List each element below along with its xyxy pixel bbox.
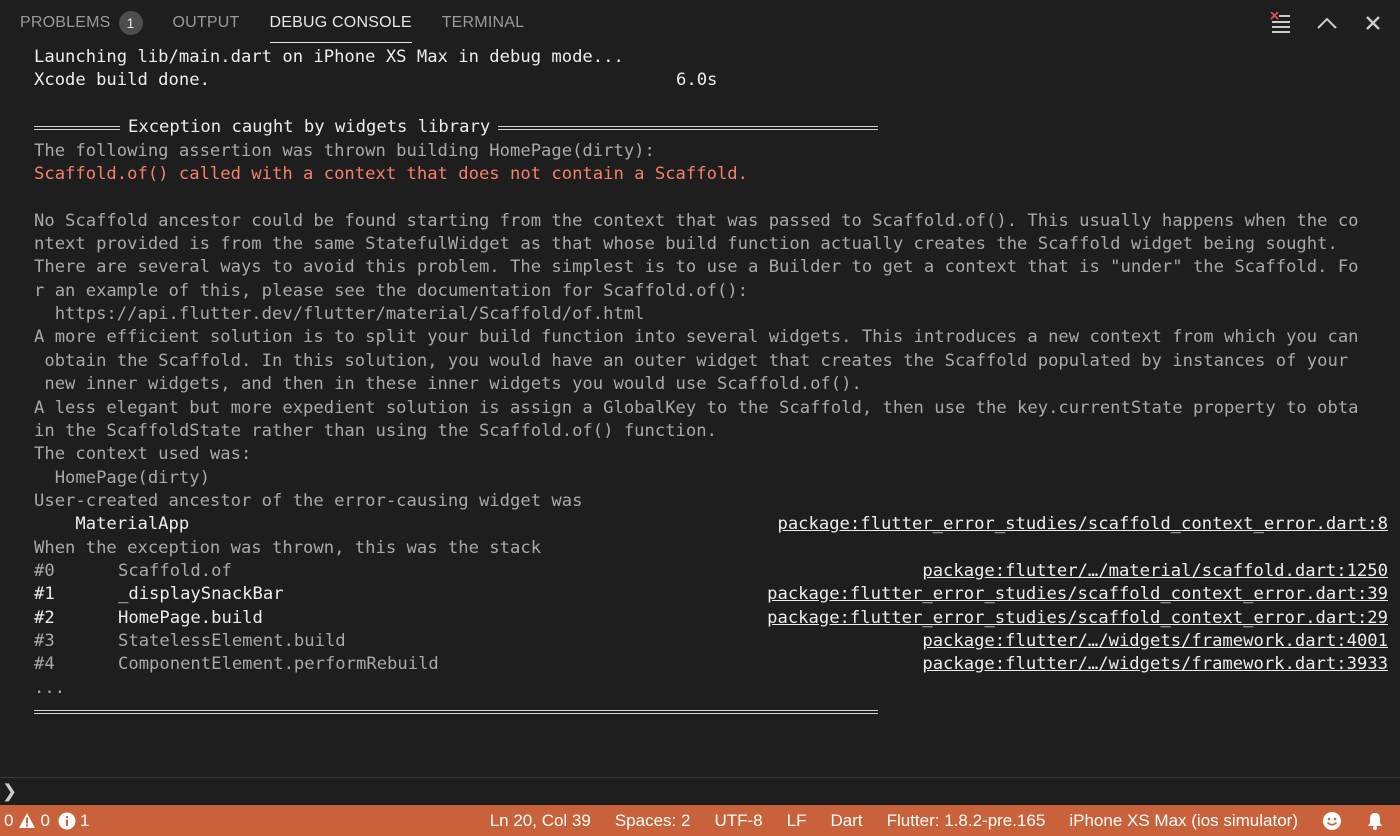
- problems-status[interactable]: 0 0 1: [4, 811, 89, 831]
- smiley-icon: [1323, 811, 1341, 830]
- stack-frame-number: #4: [34, 654, 55, 674]
- end-of-line[interactable]: LF: [787, 811, 807, 831]
- stack-frame-link[interactable]: package:flutter/…/widgets/framework.dart…: [922, 653, 1388, 676]
- prompt-chevron-icon: ❯: [2, 781, 18, 801]
- console-line-context-label: The context used was:: [34, 444, 252, 464]
- stack-frame-number: #3: [34, 631, 55, 651]
- console-line-assertion: The following assertion was thrown build…: [34, 141, 655, 161]
- panel-actions: [1250, 8, 1388, 38]
- stack-frame-function: ComponentElement.performRebuild: [118, 654, 439, 674]
- error-message: Scaffold.of() called with a context that…: [34, 164, 748, 184]
- stack-frame-number: #1: [34, 584, 55, 604]
- cursor-position[interactable]: Ln 20, Col 39: [490, 811, 591, 831]
- tab-output[interactable]: OUTPUT: [173, 0, 240, 46]
- info-count: 1: [79, 810, 90, 830]
- console-line-launch: Launching lib/main.dart on iPhone XS Max…: [34, 47, 624, 67]
- language-mode[interactable]: Dart: [830, 811, 862, 831]
- documentation-url[interactable]: https://api.flutter.dev/flutter/material…: [34, 303, 645, 326]
- device-selector[interactable]: iPhone XS Max (ios simulator): [1069, 811, 1298, 831]
- feedback-button[interactable]: [1322, 811, 1342, 831]
- warning-icon: [18, 812, 36, 829]
- console-line-stack-label: When the exception was thrown, this was …: [34, 538, 542, 558]
- maximize-panel-button[interactable]: [1312, 8, 1342, 38]
- panel-tabs: PROBLEMS 1 OUTPUT DEBUG CONSOLE TERMINAL: [20, 0, 554, 46]
- status-bar: 0 0 1 Ln 20, Col 39 Spaces: 2 UTF-8 LF D…: [0, 805, 1400, 836]
- ancestor-source-link[interactable]: package:flutter_error_studies/scaffold_c…: [777, 513, 1388, 536]
- stack-frame-function: Scaffold.of: [118, 561, 232, 581]
- stack-frame-link[interactable]: package:flutter/…/material/scaffold.dart…: [922, 560, 1388, 583]
- ancestor-widget-name: MaterialApp: [34, 514, 190, 534]
- warning-count: 0: [40, 810, 50, 830]
- console-line: A more efficient solution is to split yo…: [34, 327, 1359, 347]
- console-line: A less elegant but more expedient soluti…: [34, 398, 1359, 418]
- clear-console-icon: [1270, 12, 1290, 33]
- panel-tab-bar: PROBLEMS 1 OUTPUT DEBUG CONSOLE TERMINAL: [0, 0, 1400, 46]
- indentation-setting[interactable]: Spaces: 2: [615, 811, 691, 831]
- stack-frame-number: #0: [34, 561, 55, 581]
- stack-frame-function: StatelessElement.build: [118, 631, 346, 651]
- console-line-build: Xcode build done.: [34, 70, 210, 90]
- console-line: ntext provided is from the same Stateful…: [34, 234, 1338, 254]
- console-input-row: ❯: [0, 777, 1400, 805]
- console-line: No Scaffold ancestor could be found star…: [34, 211, 1359, 231]
- info-icon: [58, 812, 76, 830]
- close-icon: [1366, 16, 1380, 30]
- console-line-ancestor-label: User-created ancestor of the error-causi…: [34, 491, 583, 511]
- console-line: new inner widgets, and then in these inn…: [34, 374, 862, 394]
- stack-frame-link[interactable]: package:flutter_error_studies/scaffold_c…: [767, 583, 1388, 606]
- console-line: in the ScaffoldState rather than using t…: [34, 421, 717, 441]
- tab-debug-console[interactable]: DEBUG CONSOLE: [269, 0, 412, 46]
- status-bar-left: 0 0 1: [4, 805, 97, 836]
- debug-console-output[interactable]: Launching lib/main.dart on iPhone XS Max…: [0, 46, 1400, 776]
- clear-console-button[interactable]: [1266, 8, 1296, 38]
- debug-console-input[interactable]: [20, 780, 1384, 804]
- stack-frame-number: #2: [34, 608, 55, 628]
- tab-problems[interactable]: PROBLEMS 1: [20, 0, 143, 46]
- tab-problems-label: PROBLEMS: [20, 14, 111, 31]
- console-line: r an example of this, please see the doc…: [34, 281, 748, 301]
- stack-frame-function: HomePage.build: [118, 608, 263, 628]
- stack-frame-link[interactable]: package:flutter/…/widgets/framework.dart…: [922, 630, 1388, 653]
- console-line: There are several ways to avoid this pro…: [34, 257, 1359, 277]
- build-duration: 6.0s: [676, 70, 718, 90]
- console-line-context-value: HomePage(dirty): [34, 468, 210, 488]
- stack-frame-link[interactable]: package:flutter_error_studies/scaffold_c…: [767, 607, 1388, 630]
- flutter-version[interactable]: Flutter: 1.8.2-pre.165: [887, 811, 1046, 831]
- console-line: obtain the Scaffold. In this solution, y…: [34, 351, 1349, 371]
- tab-output-label: OUTPUT: [172, 14, 240, 31]
- exception-title: Exception caught by widgets library: [120, 116, 499, 139]
- stack-frame-function: _displaySnackBar: [118, 584, 284, 604]
- chevron-up-icon: [1317, 17, 1337, 29]
- tab-terminal[interactable]: TERMINAL: [442, 0, 525, 46]
- notifications-button[interactable]: [1366, 811, 1384, 831]
- bell-icon: [1368, 812, 1382, 830]
- close-panel-button[interactable]: [1358, 8, 1388, 38]
- tab-terminal-label: TERMINAL: [441, 14, 525, 31]
- status-bar-right: Ln 20, Col 39 Spaces: 2 UTF-8 LF Dart Fl…: [466, 805, 1384, 836]
- error-count: 0: [4, 810, 14, 830]
- problems-count-badge: 1: [118, 11, 143, 35]
- tab-debug-console-label: DEBUG CONSOLE: [269, 14, 412, 31]
- exception-footer-rule: [34, 710, 878, 714]
- stack-ellipsis: ...: [34, 678, 66, 698]
- file-encoding[interactable]: UTF-8: [714, 811, 762, 831]
